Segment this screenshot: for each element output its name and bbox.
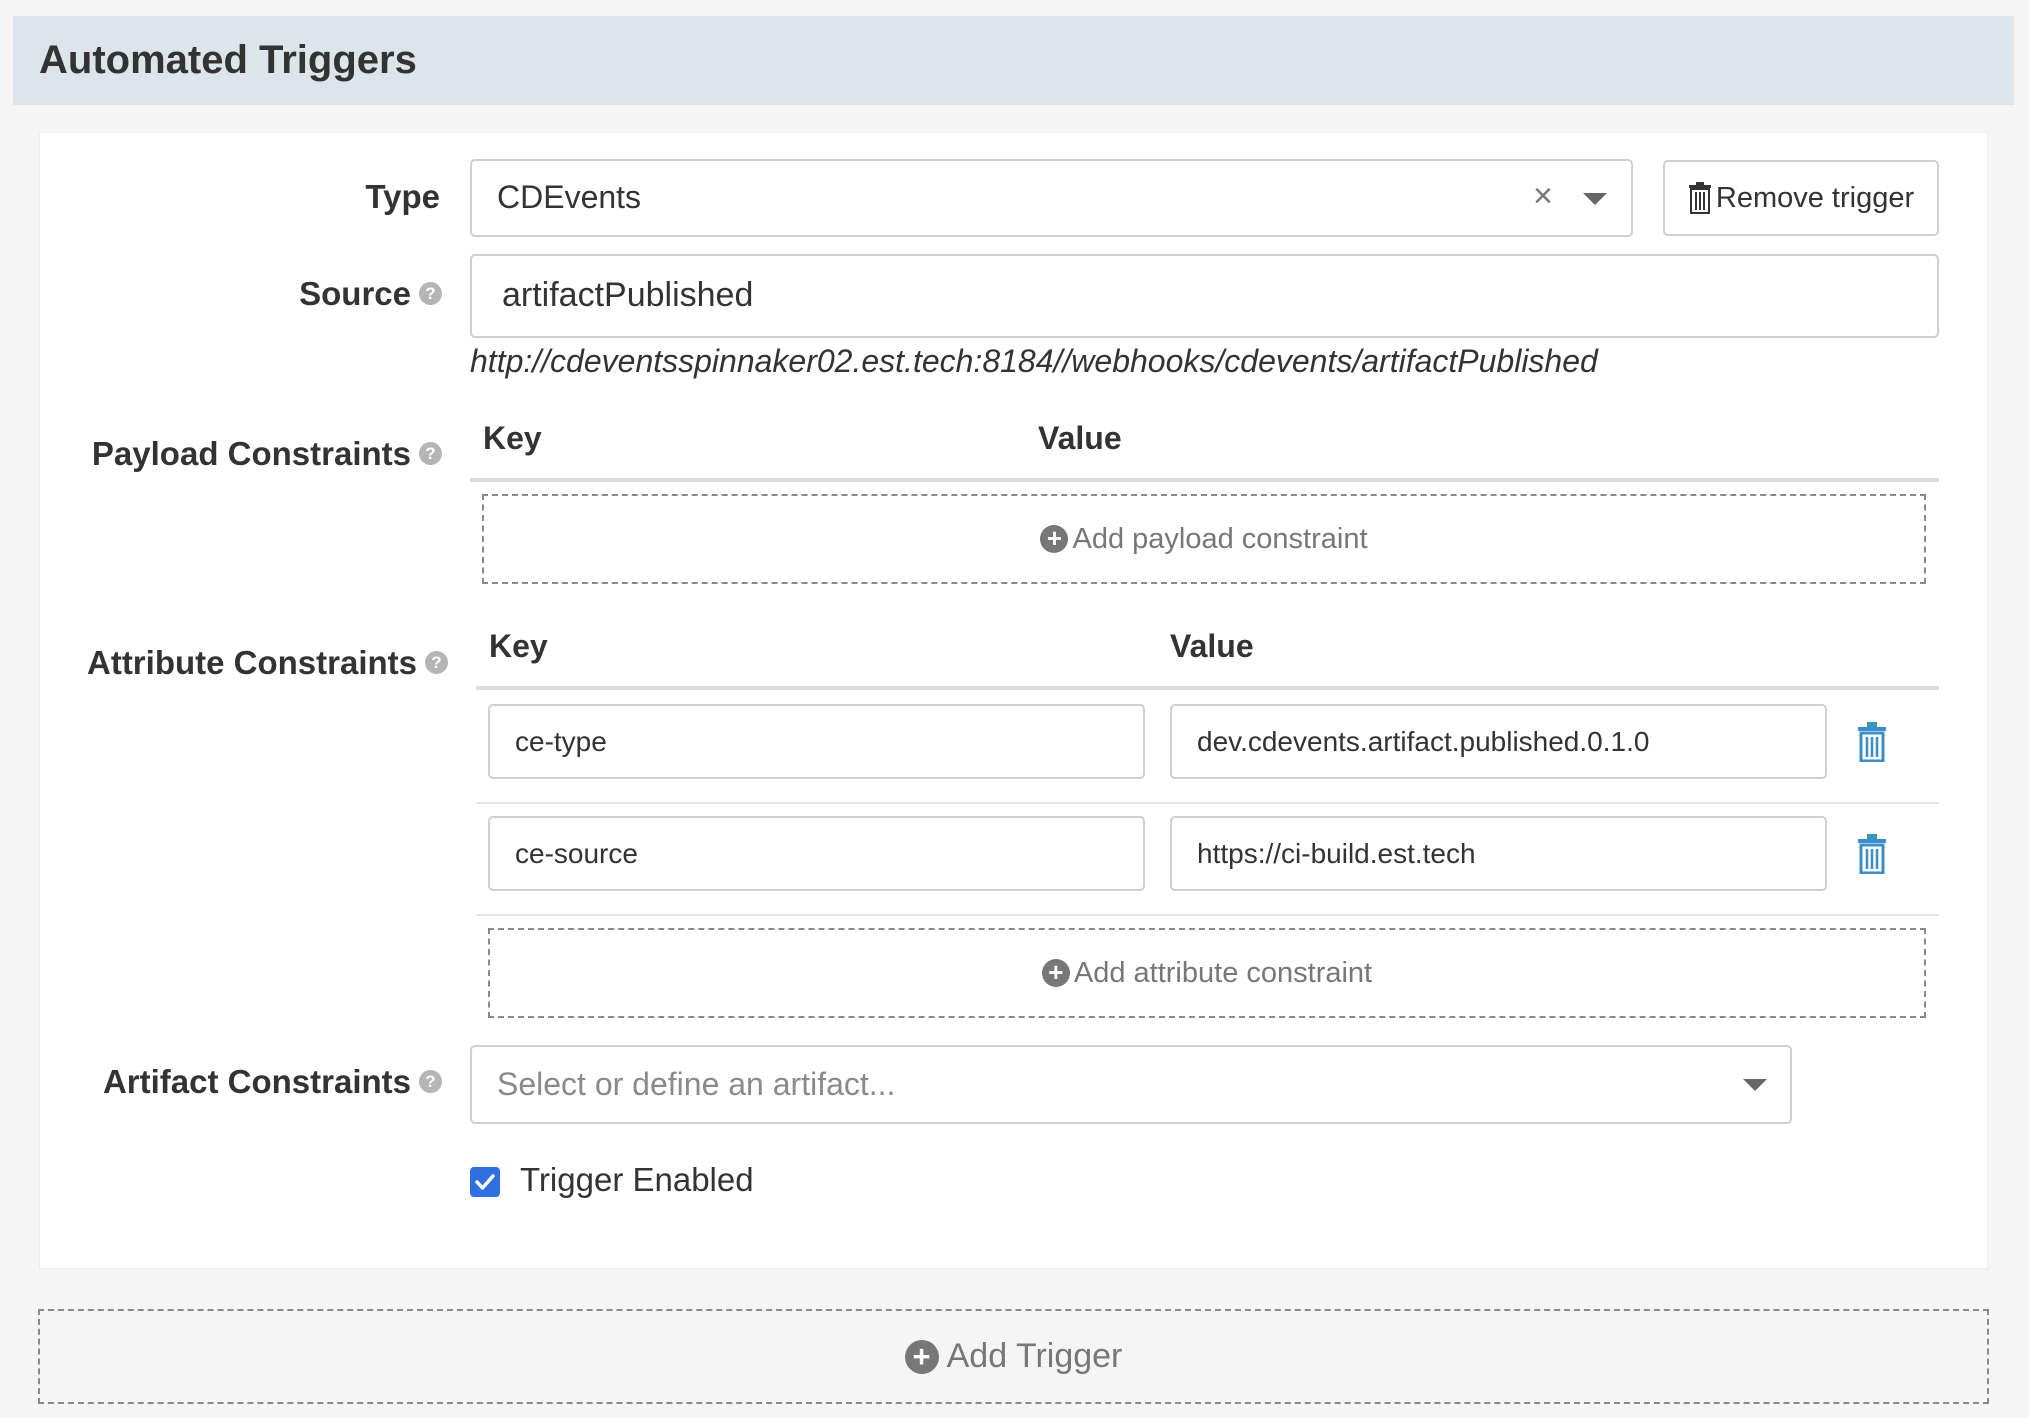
help-icon[interactable]: ? [419, 441, 442, 465]
source-label-text: Source [299, 275, 411, 312]
checkmark-icon [475, 1174, 495, 1190]
artifact-select-placeholder: Select or define an artifact... [497, 1066, 896, 1102]
attribute-key-value: ce-source [515, 838, 638, 869]
plus-circle-icon: + [904, 1339, 939, 1374]
attribute-key-input[interactable]: ce-source [488, 816, 1145, 891]
type-select-value: CDEvents [497, 179, 642, 215]
attribute-constraints-label-text: Attribute Constraints [87, 644, 417, 681]
payload-constraints-label-text: Payload Constraints [91, 435, 411, 472]
artifact-select[interactable]: Select or define an artifact... [470, 1045, 1792, 1124]
attribute-key-value: ce-type [515, 726, 607, 757]
add-payload-constraint-label: Add payload constraint [1072, 522, 1368, 555]
add-trigger-label: Add Trigger [946, 1337, 1123, 1375]
remove-trigger-label: Remove trigger [1715, 181, 1915, 214]
plus-circle-icon: + [1041, 959, 1070, 987]
artifact-constraints-label-text: Artifact Constraints [102, 1063, 411, 1100]
attribute-value-input[interactable]: https://ci-build.est.tech [1170, 816, 1827, 891]
type-select[interactable]: CDEvents × [470, 159, 1633, 237]
artifact-constraints-label: Artifact Constraints? [80, 1060, 442, 1104]
attribute-constraints-label: Attribute Constraints? [60, 641, 448, 685]
help-icon[interactable]: ? [419, 281, 442, 305]
source-input-value: artifactPublished [502, 276, 754, 314]
attribute-header-rule [476, 686, 1939, 690]
row-divider [476, 802, 1939, 804]
source-label: Source? [250, 272, 442, 316]
row-divider [476, 914, 1939, 916]
help-icon[interactable]: ? [419, 1069, 442, 1093]
chevron-down-icon[interactable] [1743, 1079, 1767, 1091]
add-attribute-constraint-button[interactable]: + Add attribute constraint [488, 928, 1926, 1018]
help-icon[interactable]: ? [425, 650, 448, 674]
section-header: Automated Triggers [13, 16, 2014, 105]
add-attribute-constraint-label: Add attribute constraint [1073, 956, 1373, 989]
add-trigger-button[interactable]: + Add Trigger [38, 1309, 1989, 1404]
payload-key-header: Key [483, 420, 542, 456]
section-title: Automated Triggers [39, 38, 417, 82]
plus-circle-icon: + [1040, 525, 1069, 553]
remove-trigger-button[interactable]: Remove trigger [1663, 160, 1939, 236]
trash-icon[interactable] [1857, 722, 1887, 762]
attribute-value-value: dev.cdevents.artifact.published.0.1.0 [1197, 726, 1650, 757]
trigger-enabled-label[interactable]: Trigger Enabled [520, 1161, 754, 1199]
trigger-enabled-checkbox[interactable] [470, 1167, 500, 1197]
type-label: Type [365, 178, 440, 215]
attribute-value-input[interactable]: dev.cdevents.artifact.published.0.1.0 [1170, 704, 1827, 779]
payload-constraints-label: Payload Constraints? [80, 432, 442, 476]
attribute-key-input[interactable]: ce-type [488, 704, 1145, 779]
add-payload-constraint-button[interactable]: + Add payload constraint [482, 494, 1926, 584]
clear-icon[interactable]: × [1533, 179, 1553, 213]
trash-icon [1688, 182, 1711, 214]
attribute-value-value: https://ci-build.est.tech [1197, 838, 1476, 869]
payload-header-rule [470, 478, 1939, 482]
attribute-key-header: Key [489, 628, 548, 664]
webhook-url: http://cdeventsspinnaker02.est.tech:8184… [470, 343, 1598, 379]
payload-value-header: Value [1038, 420, 1122, 456]
trash-icon[interactable] [1857, 834, 1887, 874]
attribute-value-header: Value [1170, 628, 1254, 664]
source-input[interactable]: artifactPublished [470, 254, 1939, 338]
chevron-down-icon[interactable] [1583, 193, 1607, 205]
